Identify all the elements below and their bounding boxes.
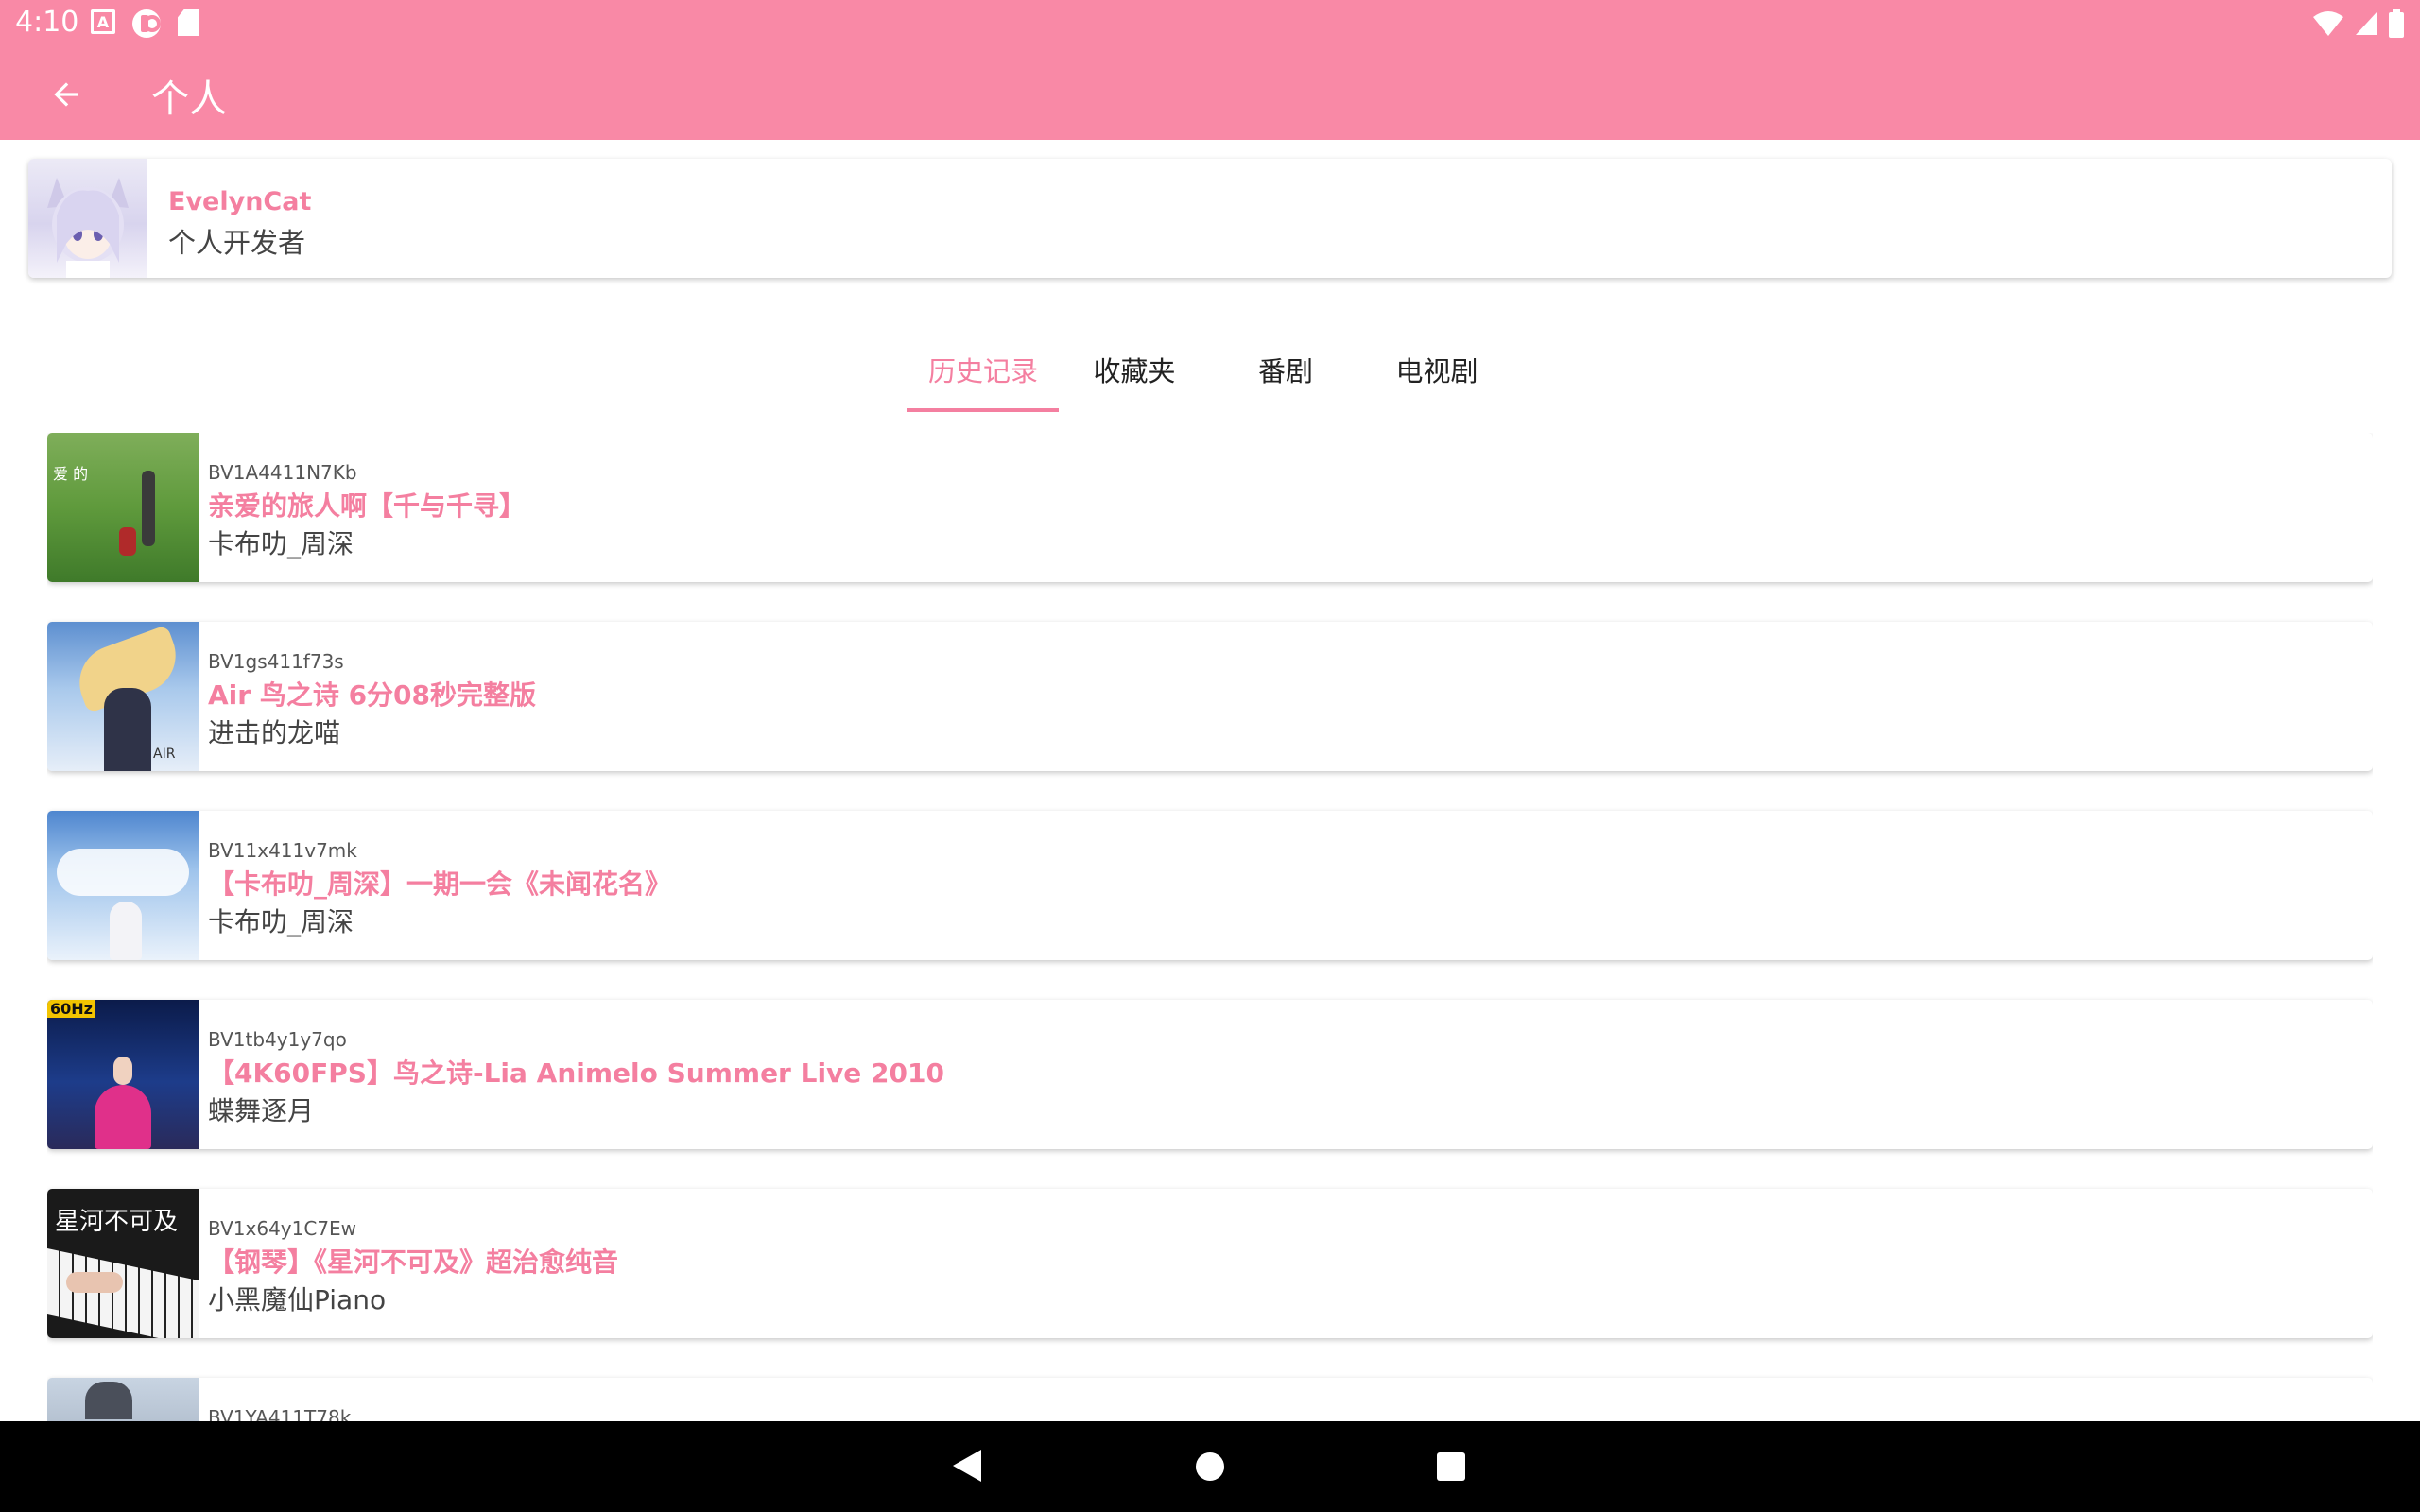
thumbnail-caption: 星河不可及: [55, 1208, 179, 1236]
cell-signal-icon: [2356, 12, 2377, 35]
tab-bar: 历史记录 收藏夹 番剧 电视剧: [908, 325, 1512, 412]
status-icons-left: A: [91, 9, 199, 38]
arrow-back-icon: [54, 82, 78, 107]
list-item[interactable]: 60Hz BV1tb4y1y7qo 【4K60FPS】鸟之诗-Lia Anime…: [47, 1000, 2373, 1149]
tab-tv-series[interactable]: 电视剧: [1361, 325, 1512, 412]
nav-home-icon[interactable]: [1196, 1452, 1224, 1481]
video-bvid: BV1x64y1C7Ew: [208, 1217, 357, 1240]
video-thumbnail: [47, 811, 199, 960]
status-bar: 4:10 A: [0, 0, 2420, 47]
video-bvid: BV1gs411f73s: [208, 650, 344, 673]
status-time: 4:10: [15, 6, 79, 39]
system-nav-bar: [0, 1421, 2420, 1512]
video-author: 卡布叻_周深: [208, 906, 354, 937]
history-list[interactable]: 爱 的 BV1A4411N7Kb 亲爱的旅人啊【千与千寻】 卡布叻_周深 AIR…: [47, 433, 2373, 1421]
avatar-illustration: [47, 178, 129, 278]
video-thumbnail: 星河不可及: [47, 1189, 199, 1338]
wifi-icon: [2313, 11, 2343, 36]
list-item[interactable]: 星河不可及 BV1x64y1C7Ew 【钢琴】《星河不可及》超治愈纯音 小黑魔仙…: [47, 1189, 2373, 1338]
app-notification-icon: [132, 9, 161, 38]
back-button[interactable]: [38, 66, 95, 123]
page-title: 个人: [151, 77, 227, 121]
video-bvid: BV1A4411N7Kb: [208, 461, 357, 484]
video-thumbnail: AIR: [47, 622, 199, 771]
tab-bangumi[interactable]: 番剧: [1210, 325, 1361, 412]
tab-favorites[interactable]: 收藏夹: [1059, 325, 1210, 412]
video-thumbnail: 60Hz: [47, 1000, 199, 1149]
thumbnail-caption: 爱 的: [53, 465, 89, 483]
video-title: 亲爱的旅人啊【千与千寻】: [208, 490, 527, 522]
video-author: 卡布叻_周深: [208, 528, 354, 559]
list-item[interactable]: AIR BV1gs411f73s Air 鸟之诗 6分08秒完整版 进击的龙喵: [47, 622, 2373, 771]
list-item[interactable]: BV11x411v7mk 【卡布叻_周深】一期一会《未闻花名》 卡布叻_周深: [47, 811, 2373, 960]
video-author: 蝶舞逐月: [208, 1095, 315, 1126]
sd-card-icon: [178, 9, 199, 36]
tab-history[interactable]: 历史记录: [908, 325, 1059, 412]
app-bar: 4:10 A 个人: [0, 0, 2420, 140]
list-item[interactable]: 爱 的 BV1A4411N7Kb 亲爱的旅人啊【千与千寻】 卡布叻_周深: [47, 433, 2373, 582]
video-author: 小黑魔仙Piano: [208, 1284, 387, 1315]
battery-icon: [2389, 9, 2404, 38]
video-thumbnail: 爱 的: [47, 433, 199, 582]
video-thumbnail: [47, 1378, 199, 1421]
video-title: 【4K60FPS】鸟之诗-Lia Animelo Summer Live 201…: [208, 1057, 944, 1089]
video-title: 【卡布叻_周深】一期一会《未闻花名》: [208, 868, 672, 900]
video-title: 【钢琴】《星河不可及》超治愈纯音: [208, 1246, 619, 1278]
avatar[interactable]: [28, 159, 147, 278]
video-title: Air 鸟之诗 6分08秒完整版: [208, 679, 537, 711]
profile-card[interactable]: EvelynCat 个人开发者: [28, 159, 2392, 278]
list-item[interactable]: BV1YA411T78k: [47, 1378, 2373, 1421]
profile-description: 个人开发者: [168, 227, 306, 259]
nav-back-icon[interactable]: [953, 1450, 981, 1482]
video-author: 进击的龙喵: [208, 717, 341, 748]
video-bvid: BV1YA411T78k: [208, 1406, 352, 1421]
profile-name: EvelynCat: [168, 187, 312, 216]
status-icons-right: [2312, 9, 2405, 38]
thumbnail-caption: 60Hz: [47, 1000, 95, 1018]
thumbnail-caption: AIR: [153, 747, 176, 762]
keyboard-a-icon: A: [91, 9, 115, 34]
video-bvid: BV11x411v7mk: [208, 839, 357, 862]
video-bvid: BV1tb4y1y7qo: [208, 1028, 347, 1051]
nav-recents-icon[interactable]: [1437, 1452, 1465, 1481]
